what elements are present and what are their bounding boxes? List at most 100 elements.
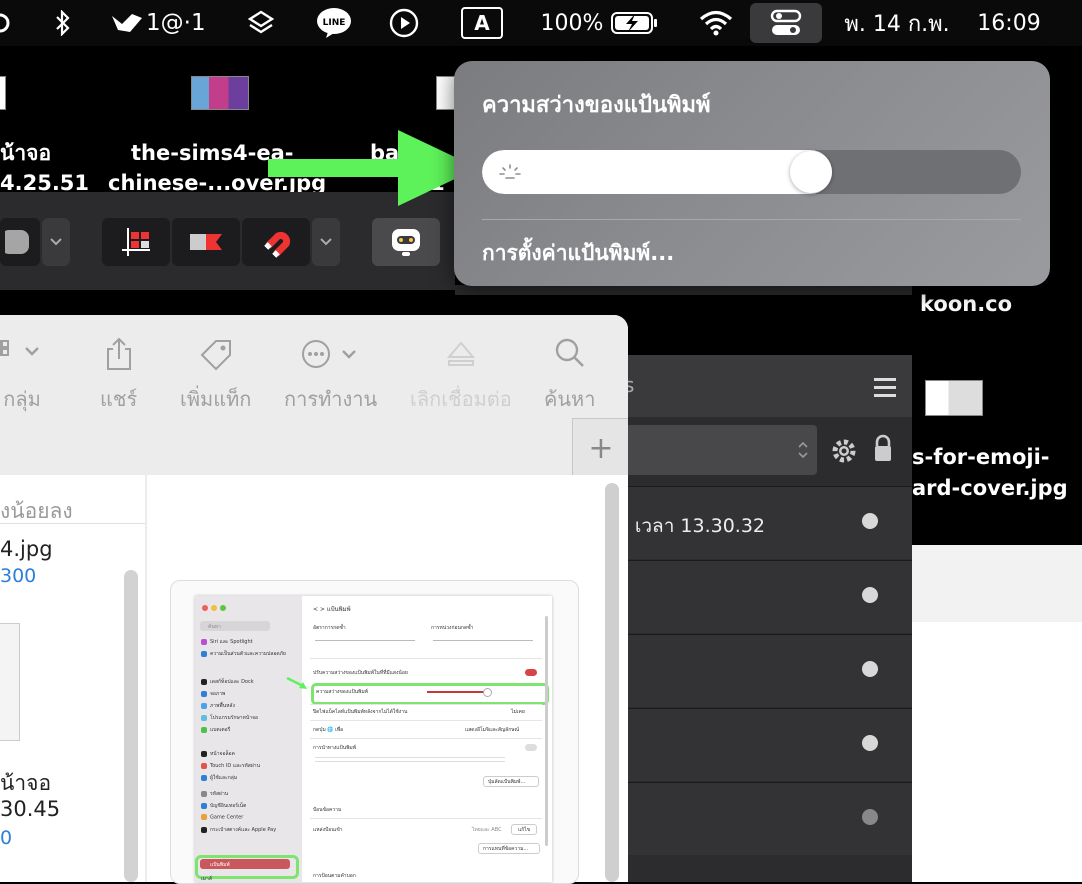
dark-list-row[interactable] — [612, 782, 912, 855]
grid-tool-button[interactable] — [102, 218, 170, 266]
background-window-content — [912, 622, 1082, 882]
green-arrow-icon — [286, 676, 307, 689]
add-tag-button[interactable]: เพิ่มแท็ก — [180, 337, 251, 415]
dark-list-row[interactable]: - เวลา 13.30.32 — [612, 486, 912, 559]
preview-sidebar-item: ความเป็นส่วนตัวและความปลอดภัย — [201, 650, 286, 658]
hamburger-menu-icon[interactable] — [874, 377, 898, 399]
preview-sidebar-item: หน้าจอล็อค — [201, 750, 235, 758]
action-button[interactable]: การทำงาน — [284, 337, 377, 415]
magnet-tool-button[interactable] — [242, 218, 310, 266]
action-label: การทำงาน — [284, 387, 378, 411]
capture-tool-button[interactable] — [172, 218, 240, 266]
menubar-time[interactable]: 16:09 — [972, 0, 1046, 46]
chevron-down-icon[interactable] — [312, 218, 340, 266]
dark-panel-select[interactable] — [612, 425, 817, 475]
eject-icon — [446, 341, 476, 366]
preview-sidebar-item: Touch ID และรหัสผ่าน — [201, 762, 260, 770]
status-dot — [862, 513, 878, 529]
preview-sidebar-item: กระเป๋าสตางค์และ Apple Pay — [201, 826, 276, 834]
disconnect-button[interactable]: เลิกเชื่อมต่อ — [410, 337, 512, 415]
desktop-file-label: koon.co — [920, 292, 1013, 316]
bluetooth-icon[interactable] — [48, 0, 78, 46]
stepper-arrows-icon — [798, 441, 808, 459]
status-dot — [862, 735, 878, 751]
battery-charging-icon[interactable] — [608, 0, 662, 46]
desktop-file-label: ard-cover.jpg — [912, 476, 1068, 500]
search-icon — [555, 338, 584, 367]
gear-icon[interactable] — [830, 437, 858, 465]
preview-sidebar-item: ผู้ใช้และกลุ่ม — [201, 774, 237, 782]
circle-icon[interactable] — [0, 0, 16, 46]
line-icon[interactable]: LINE — [314, 0, 354, 46]
finder-toolbar: กลุ่ม แชร์ เพิ่มแท็ก การทำงาน เลิกเชื่อม… — [0, 315, 628, 425]
keyboard-brightness-icon — [499, 164, 521, 179]
file-name[interactable]: น้าจอ — [0, 767, 51, 800]
chevron-down-icon[interactable] — [42, 218, 70, 266]
preview-text-replace-button: การแทนที่ข้อความ... — [478, 843, 540, 854]
add-button[interactable]: + — [572, 418, 628, 478]
preview-toggle — [525, 744, 537, 751]
status-dot — [862, 661, 878, 677]
privacy-icon — [201, 650, 207, 657]
desktop-file-thumbnail[interactable] — [925, 380, 983, 416]
magnet-icon — [264, 231, 291, 258]
preview-sidebar-item: โปรแกรมรักษาหน้าจอ — [201, 714, 258, 722]
scrollbar[interactable] — [124, 570, 138, 882]
preview-sidebar-item-selected: แป้นพิมพ์ — [200, 859, 290, 869]
dark-list-row[interactable] — [612, 634, 912, 707]
menubar-date[interactable]: พ. 14 ก.พ. — [838, 0, 956, 46]
app-menu-item[interactable]: 1@·1 — [110, 0, 210, 46]
disconnect-label: เลิกเชื่อมต่อ — [410, 387, 512, 411]
preview-key-repeat-label: อัตราการกดซ้ำ — [313, 625, 346, 631]
dark-app-toolbar-strip — [455, 285, 912, 295]
display-icon — [201, 690, 207, 697]
preview-brightness-knob — [483, 688, 492, 697]
record-button[interactable] — [0, 218, 40, 266]
wifi-icon[interactable] — [696, 0, 736, 46]
dark-list-row[interactable] — [612, 560, 912, 633]
robot-tool-button[interactable] — [372, 218, 440, 266]
dark-panel-header: s — [612, 355, 912, 417]
file-name[interactable]: 4.jpg — [0, 537, 53, 561]
layers-icon[interactable] — [244, 0, 278, 46]
preview-shortcuts-button: ปุ่มลัดแป้นพิมพ์... — [483, 776, 539, 787]
preview-scrollbar[interactable] — [605, 483, 619, 882]
preview-globe-label: กดปุ่ม 🌐 เพื่อ — [313, 727, 344, 733]
keyboard-brightness-slider[interactable] — [482, 150, 1021, 194]
preview-selected-label: แป้นพิมพ์ — [210, 862, 230, 868]
desktop-file-thumbnail[interactable] — [191, 76, 249, 110]
users-icon — [201, 774, 207, 781]
slider-fill — [482, 150, 832, 194]
preview-input-sources-value: ไทยและ ABC — [472, 827, 502, 833]
share-icon — [106, 337, 131, 370]
grid-group-icon — [0, 340, 39, 356]
menu-bar: 1@·1 LINE A 100% พ. 14 ก.พ. 16:09 — [0, 0, 1082, 46]
green-arrow-icon — [268, 130, 478, 206]
desktop-file-thumbnail[interactable] — [0, 76, 6, 110]
preview-scrollbar — [545, 616, 548, 846]
input-source-icon[interactable]: A — [460, 0, 504, 46]
keyboard-settings-link[interactable]: การตั้งค่าแป้นพิมพ์... — [482, 237, 674, 270]
file-thumbnail[interactable] — [0, 623, 20, 741]
control-center-icon[interactable] — [750, 3, 822, 43]
play-icon[interactable] — [386, 0, 422, 46]
preview-delay-label: การหน่วงก่อนกดซ้ำ — [431, 625, 474, 631]
preview-search-placeholder: ค้นหา — [208, 624, 221, 630]
slider-knob[interactable] — [790, 151, 832, 193]
search-button[interactable]: ค้นหา — [544, 337, 595, 415]
finder-file-list: งน้อยลง 4.jpg 300 น้าจอ 30.45 0 — [0, 475, 145, 882]
password-icon — [201, 790, 207, 797]
desktop-file-label: s-for-emoji- — [912, 445, 1050, 469]
dark-list-row[interactable] — [612, 708, 912, 781]
status-dot — [862, 809, 878, 825]
preview-sidebar-item: Siri และ Spotlight — [201, 638, 253, 646]
share-button[interactable]: แชร์ — [100, 337, 137, 415]
add-tag-label: เพิ่มแท็ก — [180, 387, 252, 411]
preview-sidebar-item: แบตเตอรี่ — [201, 726, 230, 734]
preview-slider — [433, 640, 533, 641]
group-button[interactable]: กลุ่ม — [0, 337, 52, 415]
app-icon — [112, 14, 142, 32]
record-icon — [5, 230, 29, 254]
lock-icon[interactable] — [872, 434, 894, 464]
status-dot — [862, 587, 878, 603]
